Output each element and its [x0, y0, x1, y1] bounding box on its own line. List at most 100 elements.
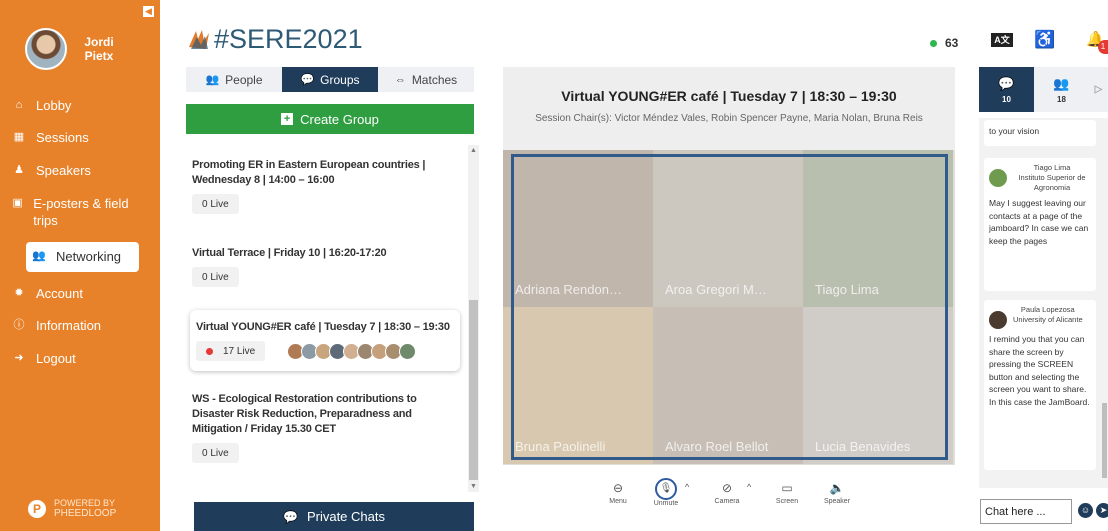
tab-people[interactable]: 👥 People	[186, 67, 282, 92]
chevron-up-icon[interactable]: ^	[685, 482, 689, 492]
message-author: Tiago Lima Instituto Superior de Agronom…	[989, 163, 1091, 193]
live-badge: 0 Live	[192, 443, 239, 463]
logout-icon: ➜	[14, 352, 24, 364]
scroll-thumb[interactable]	[1102, 403, 1107, 478]
sidebar-item-information[interactable]: ⓘ Information	[12, 317, 140, 334]
chat-bubbles-icon: 💬	[300, 74, 315, 86]
match-icon: ⇔	[394, 73, 406, 86]
gear-icon: ✹	[14, 287, 24, 299]
accessibility-icon[interactable]: ♿	[1034, 30, 1055, 50]
tab-label: Groups	[320, 72, 360, 87]
menu-button[interactable]: ⊖ Menu	[593, 478, 643, 505]
sidebar-item-sessions[interactable]: ▦ Sessions	[12, 129, 140, 146]
video-grid[interactable]: Adriana Rendon… Aroa Gregori M… Tiago Li…	[503, 150, 955, 465]
send-icon[interactable]: ➤	[1096, 503, 1108, 518]
tab-count: 10	[1002, 94, 1011, 104]
translate-icon[interactable]: A文	[991, 33, 1013, 47]
participant-avatars	[287, 343, 416, 360]
user-name: Jordi Pietx	[84, 35, 114, 63]
sidebar-item-e-posters[interactable]: ▣ E-posters & field trips	[12, 195, 132, 229]
avatar	[399, 343, 416, 360]
live-dot-icon	[206, 347, 213, 355]
sidebar-item-account[interactable]: ✹ Account	[12, 285, 140, 302]
create-group-label: Create Group	[300, 111, 379, 127]
tab-count: 18	[1057, 94, 1066, 104]
message-text: May I suggest leaving our contacts at a …	[989, 198, 1089, 246]
powered-by-label: POWERED BY	[54, 498, 116, 508]
scroll-down-icon[interactable]: ▼	[468, 483, 479, 490]
group-title: Promoting ER in Eastern European countri…	[192, 159, 426, 186]
chevron-up-icon[interactable]: ^	[747, 482, 751, 492]
collapse-sidebar-button[interactable]: ◀	[143, 6, 154, 17]
sidebar-item-label: Lobby	[36, 98, 72, 113]
chat-scrollbar[interactable]	[1101, 118, 1108, 488]
menu-icon: ⊖	[612, 481, 624, 495]
avatar	[989, 311, 1007, 329]
author-name: Tiago Lima	[1033, 163, 1071, 172]
screen-icon: ▭	[781, 481, 793, 495]
live-badge: 17 Live	[196, 341, 266, 361]
call-controls: ⊖ Menu 🎙 Unmute ^ ⊘ Camera ^ ▭ Screen 🔈 …	[593, 478, 868, 518]
session-chairs: Session Chair(s): Victor Méndez Vales, R…	[535, 113, 923, 124]
create-group-button[interactable]: + Create Group	[186, 104, 474, 134]
user-avatar[interactable]	[25, 28, 67, 70]
sidebar: ◀ Jordi Pietx ⌂ Lobby ▦ Sessions ♟ Speak…	[0, 0, 160, 531]
chat-bubble-icon: 💬	[283, 509, 298, 524]
chat-tabs: 💬 10 👥 18 ▷	[979, 67, 1108, 112]
online-count: 63	[945, 36, 959, 50]
unmute-button[interactable]: 🎙 Unmute	[641, 478, 691, 507]
sidebar-item-label: Information	[36, 318, 102, 333]
chat-input[interactable]	[980, 499, 1072, 524]
message-text: I remind you that you can share the scre…	[989, 334, 1090, 407]
list-item[interactable]: WS - Ecological Restoration contribution…	[192, 392, 458, 463]
chat-bubble-icon: 💬	[998, 75, 1015, 91]
sidebar-item-networking[interactable]: 👥 Networking	[26, 242, 139, 272]
screen-button[interactable]: ▭ Screen	[762, 478, 812, 505]
sidebar-item-lobby[interactable]: ⌂ Lobby	[12, 97, 140, 114]
private-chats-button[interactable]: 💬 Private Chats	[194, 502, 474, 531]
plus-icon: +	[281, 113, 294, 125]
tab-chat[interactable]: 💬 10	[979, 67, 1034, 112]
control-label: Screen	[775, 498, 799, 505]
sidebar-item-label: Sessions	[36, 130, 89, 145]
tab-label: Matches	[411, 72, 458, 87]
sidebar-item-label: E-posters & field trips	[33, 196, 129, 228]
tab-matches[interactable]: ⇔ Matches	[378, 67, 474, 92]
video-frame	[511, 154, 948, 460]
tab-attendees[interactable]: 👥 18	[1034, 67, 1089, 112]
live-count: 17 Live	[223, 345, 256, 357]
powered-by[interactable]: P POWERED BY PHEEDLOOP	[28, 498, 116, 519]
scroll-up-icon[interactable]: ▲	[468, 147, 479, 154]
live-badge: 0 Live	[192, 267, 239, 287]
more-tabs-icon[interactable]: ▷	[1089, 67, 1108, 112]
sidebar-item-speakers[interactable]: ♟ Speakers	[12, 162, 140, 179]
list-item-active[interactable]: Virtual YOUNG#ER café | Tuesday 7 | 18:3…	[190, 310, 460, 371]
sidebar-item-logout[interactable]: ➜ Logout	[12, 350, 140, 367]
group-title: WS - Ecological Restoration contribution…	[192, 393, 417, 435]
tab-groups[interactable]: 💬 Groups	[282, 67, 378, 92]
info-icon: ⓘ	[13, 319, 25, 331]
speaker-button[interactable]: 🔈 Speaker	[812, 478, 862, 505]
scroll-thumb[interactable]	[469, 300, 478, 480]
list-item[interactable]: Virtual Terrace | Friday 10 | 16:20-17:2…	[192, 246, 458, 287]
speaker-icon: ♟	[14, 164, 24, 176]
session-panel: Virtual YOUNG#ER café | Tuesday 7 | 18:3…	[503, 67, 955, 465]
chat-message: to your vision	[984, 120, 1096, 146]
live-badge: 0 Live	[192, 194, 239, 214]
home-icon: ⌂	[15, 99, 23, 111]
control-label: Menu	[609, 498, 627, 505]
camera-button[interactable]: ⊘ Camera	[702, 478, 752, 505]
users-icon: 👥	[1053, 75, 1070, 91]
chat-message: Paula Lopezosa University of Alicante I …	[984, 300, 1096, 470]
emoji-icon[interactable]: ☺	[1078, 503, 1093, 518]
list-item[interactable]: Promoting ER in Eastern European countri…	[192, 158, 458, 214]
control-label: Unmute	[653, 500, 679, 507]
control-label: Speaker	[823, 498, 851, 505]
group-list-scrollbar[interactable]: ▲ ▼	[468, 145, 479, 492]
chat-message: Tiago Lima Instituto Superior de Agronom…	[984, 158, 1096, 291]
message-text: to your vision	[989, 126, 1040, 136]
author-name: Paula Lopezosa	[1020, 305, 1075, 314]
event-brand[interactable]: #SERE2021	[186, 24, 363, 54]
session-title: Virtual YOUNG#ER café | Tuesday 7 | 18:3…	[561, 88, 897, 104]
chat-messages: to your vision Tiago Lima Instituto Supe…	[979, 118, 1108, 488]
